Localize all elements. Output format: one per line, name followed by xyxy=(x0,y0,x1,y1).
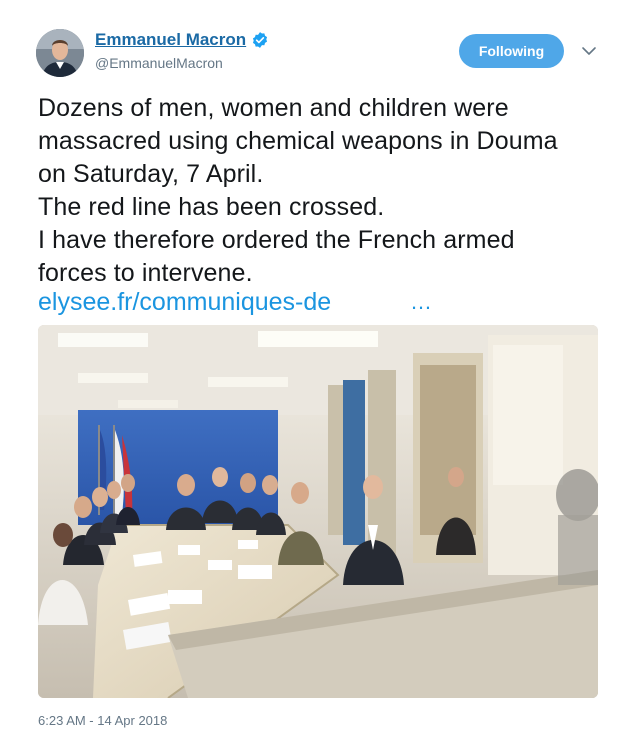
tweet-text-line: forces to intervene. xyxy=(38,259,253,287)
author-handle[interactable]: @EmmanuelMacron xyxy=(95,55,223,71)
tweet-card: Emmanuel Macron @EmmanuelMacron Followin… xyxy=(0,0,636,740)
tweet-text-line: on Saturday, 7 April. xyxy=(38,160,264,188)
tweet-link-ellipsis[interactable]: … xyxy=(410,287,432,317)
tweet-link[interactable]: elysee.fr/communiques-de xyxy=(38,287,331,317)
avatar-image xyxy=(36,29,84,77)
tweet-text: Dozens of men, women and children were m… xyxy=(38,92,613,290)
author-name-row: Emmanuel Macron xyxy=(95,30,269,50)
tweet-text-line: I have therefore ordered the French arme… xyxy=(38,226,515,254)
tweet-text-line: Dozens of men, women and children were xyxy=(38,94,509,122)
author-display-name[interactable]: Emmanuel Macron xyxy=(95,30,246,50)
tweet-text-line: massacred using chemical weapons in Doum… xyxy=(38,127,558,155)
tweet-text-line: The red line has been crossed. xyxy=(38,193,385,221)
following-button[interactable]: Following xyxy=(459,34,564,68)
tweet-timestamp[interactable]: 6:23 AM - 14 Apr 2018 xyxy=(38,713,167,728)
tweet-photo[interactable] xyxy=(38,325,598,698)
chevron-down-icon[interactable] xyxy=(580,42,598,60)
author-avatar[interactable] xyxy=(36,29,84,77)
photo-image xyxy=(38,325,598,698)
verified-badge-icon xyxy=(253,32,268,48)
